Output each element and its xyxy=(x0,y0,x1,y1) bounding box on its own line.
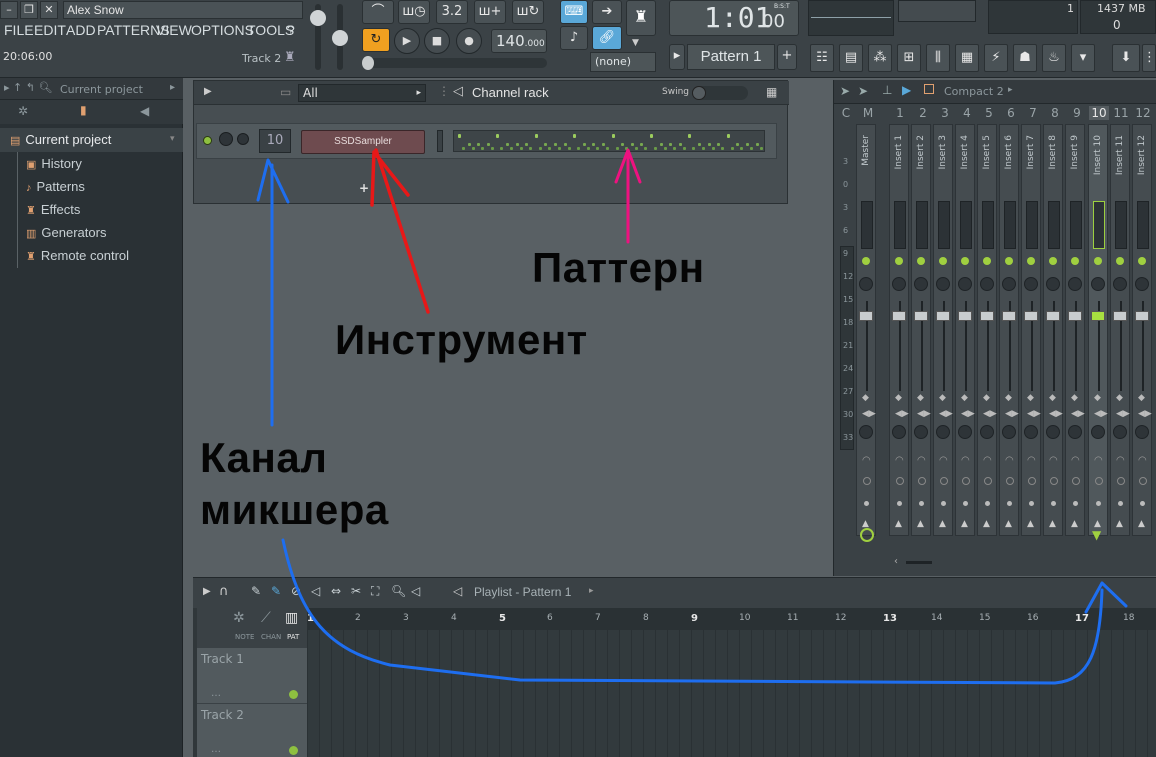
blue-arrow-head-mixer xyxy=(1084,581,1128,614)
blue-arrow-route xyxy=(281,538,1104,685)
annotation-instrument: Инструмент xyxy=(335,316,588,363)
annotation-mixer-line1: Канал xyxy=(200,434,328,481)
fl-studio-window: – ❐ ✕ Alex Snow FILE EDIT ADD PATTERNS VIEW O… xyxy=(0,0,1156,757)
annotation-mixer-line2: микшера xyxy=(200,486,389,533)
red-arrow-instrument xyxy=(374,148,430,314)
annotation-arrows xyxy=(256,148,1128,685)
annotation-pattern: Паттерн xyxy=(532,244,705,291)
